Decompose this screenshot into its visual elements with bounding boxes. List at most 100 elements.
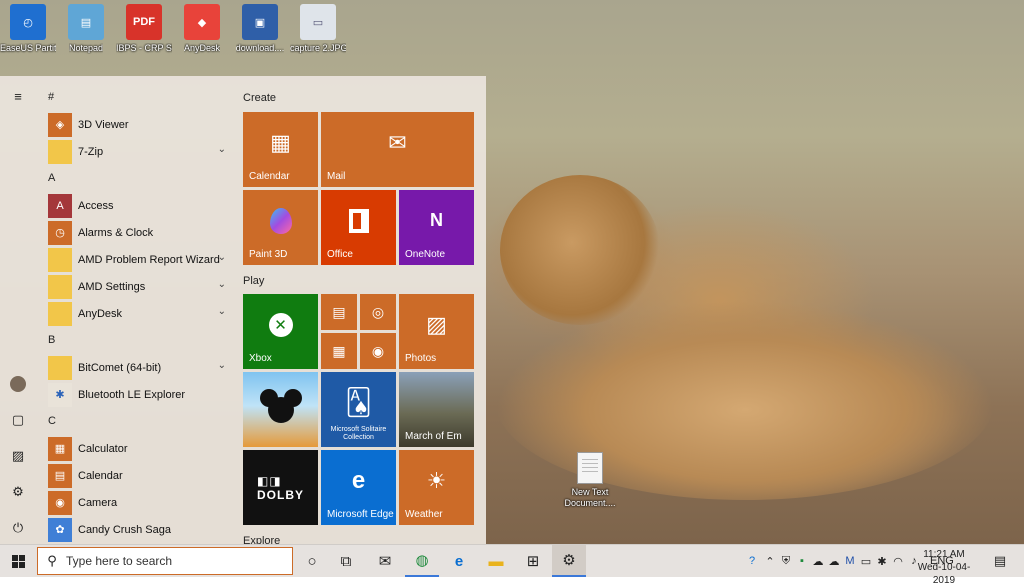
mickey-icon <box>243 372 318 447</box>
app-bitcomet[interactable]: BitComet (64-bit) ⌄ <box>44 354 234 381</box>
desktop-icon-anydesk[interactable]: ◆ AnyDesk <box>174 0 230 70</box>
app-bluetooth-le-explorer[interactable]: ✱ Bluetooth LE Explorer <box>44 381 234 408</box>
onedrive-icon[interactable]: ☁ <box>826 555 842 568</box>
tile-onenote[interactable]: N OneNote <box>399 190 474 265</box>
shield-icon[interactable]: ⛨ <box>778 555 794 568</box>
search-box[interactable]: ⚲ Type here to search <box>37 547 293 575</box>
search-input[interactable]: Type here to search <box>66 554 172 568</box>
taskbar: ⚲ Type here to search ○ ⧉ ✉ ◍ e ▬ ⊞ ⚙ ? … <box>0 544 1024 586</box>
battery-icon[interactable]: ▭ <box>858 555 874 568</box>
bluetooth-icon[interactable]: ✱ <box>874 555 890 568</box>
tile-calendar[interactable]: ▦ Calendar <box>243 112 318 187</box>
mail-taskbar-icon[interactable]: ✉ <box>368 545 402 577</box>
image-file-icon: ▭ <box>300 4 336 40</box>
folder-icon <box>48 247 72 272</box>
tile-photos[interactable]: ▨ Photos <box>399 294 474 369</box>
app-amd-problem-report[interactable]: AMD Problem Report Wizard ⌄ <box>44 246 234 273</box>
settings-taskbar-icon[interactable]: ⚙ <box>552 545 586 577</box>
desktop-icon-download[interactable]: ▣ download.... <box>232 0 288 70</box>
group-header-a[interactable]: A <box>44 165 234 192</box>
app-7zip[interactable]: 7-Zip ⌄ <box>44 138 234 165</box>
camera-icon: ◉ <box>48 490 72 515</box>
sun-icon: ☀ <box>426 467 447 493</box>
app-candy-crush[interactable]: ✿ Candy Crush Saga <box>44 516 234 543</box>
onenote-icon: N <box>430 210 443 230</box>
folder-icon <box>48 274 72 299</box>
tile-mail[interactable]: ✉ Mail <box>321 112 474 187</box>
user-avatar-icon[interactable] <box>8 374 28 394</box>
edge-taskbar-icon[interactable]: e <box>442 545 476 577</box>
file-explorer-icon[interactable]: ▬ <box>479 545 513 577</box>
music-disc-icon: ◎ <box>371 303 385 320</box>
hamburger-menu-icon[interactable]: ≡ <box>8 86 28 106</box>
antivirus-icon[interactable]: M <box>842 555 858 567</box>
windows-start-icon[interactable] <box>0 545 36 577</box>
start-menu: ≡ ▢ ▨ ⚙ ⏻ # ◈ 3D Viewer 7-Zip ⌄ A A Access … <box>0 76 486 547</box>
tile-solitaire[interactable]: 🂡 Microsoft Solitaire Collection <box>321 372 396 447</box>
tile-office[interactable]: Office <box>321 190 396 265</box>
app-camera[interactable]: ◉ Camera <box>44 489 234 516</box>
app-access[interactable]: A Access <box>44 192 234 219</box>
app-amd-settings[interactable]: AMD Settings ⌄ <box>44 273 234 300</box>
tile-xbox[interactable]: ✕ Xbox <box>243 294 318 369</box>
cortana-icon[interactable]: ○ <box>296 545 328 577</box>
power-icon[interactable]: ⏻ <box>8 518 28 538</box>
desktop-icon-easeus[interactable]: ◴ EaseUS Partition ... <box>0 0 56 70</box>
pictures-icon[interactable]: ▨ <box>8 446 28 466</box>
tile-calculator[interactable]: ▦ <box>321 333 357 369</box>
tile-groove[interactable]: ◎ <box>360 294 396 330</box>
tile-webcam[interactable]: ◉ <box>360 333 396 369</box>
folder-icon <box>48 139 72 164</box>
app-calculator[interactable]: ▦ Calculator <box>44 435 234 462</box>
chevron-up-icon[interactable]: ⌃ <box>762 555 778 568</box>
access-icon: A <box>48 193 72 218</box>
task-view-icon[interactable]: ⧉ <box>330 545 362 577</box>
cloud-icon[interactable]: ☁ <box>810 555 826 568</box>
xbox-icon: ✕ <box>243 294 318 355</box>
desktop-icon-pdf[interactable]: PDF IBPS - CRP SPL-VIII - R... <box>116 0 172 70</box>
calculator-icon: ▦ <box>48 436 72 461</box>
calendar-icon: ▤ <box>48 463 72 488</box>
desktop-icon-capture[interactable]: ▭ capture 2.JPG <box>290 0 346 70</box>
desktop-icon-notepad[interactable]: ▤ Notepad <box>58 0 114 70</box>
store-icon[interactable]: ⊞ <box>516 545 550 577</box>
chevron-down-icon: ⌄ <box>217 252 226 263</box>
lion-cub-upper <box>500 175 660 325</box>
tile-march-of-empires[interactable]: March of Em <box>399 372 474 447</box>
chevron-down-icon: ⌄ <box>217 360 226 371</box>
easeus-icon: ◴ <box>10 4 46 40</box>
calendar-icon: ▦ <box>270 129 291 155</box>
group-header-b[interactable]: B <box>44 327 234 354</box>
tile-paint3d[interactable]: Paint 3D <box>243 190 318 265</box>
tile-disney[interactable] <box>243 372 318 447</box>
group-header-hash[interactable]: # <box>44 84 234 111</box>
help-icon[interactable]: ? <box>742 555 762 567</box>
desktop-icon-new-text-document[interactable]: New Text Document.... <box>562 452 618 509</box>
browser-taskbar-icon[interactable]: ◍ <box>405 545 439 577</box>
wifi-icon[interactable]: ◠ <box>890 555 906 568</box>
mail-icon: ✉ <box>388 129 407 155</box>
clapperboard-icon: ▤ <box>332 303 346 320</box>
playing-cards-icon: 🂡 <box>345 387 372 417</box>
app-calendar[interactable]: ▤ Calendar <box>44 462 234 489</box>
group-header-c[interactable]: C <box>44 408 234 435</box>
clock-time: 11:21 AM <box>923 549 965 560</box>
tile-dolby[interactable]: ◧◨ DOLBY <box>243 450 318 525</box>
tile-weather[interactable]: ☀ Weather <box>399 450 474 525</box>
app-3d-viewer[interactable]: ◈ 3D Viewer <box>44 111 234 138</box>
security-icon[interactable]: ▪ <box>794 555 810 567</box>
app-anydesk[interactable]: AnyDesk ⌄ <box>44 300 234 327</box>
app-list: # ◈ 3D Viewer 7-Zip ⌄ A A Access ◷ Alarms & … <box>44 84 234 543</box>
app-alarms-clock[interactable]: ◷ Alarms & Clock <box>44 219 234 246</box>
chevron-down-icon: ⌄ <box>217 306 226 317</box>
paint3d-icon <box>243 190 318 251</box>
clock[interactable]: 11:21 AM Wed-10-04-2019 <box>912 548 976 587</box>
settings-icon[interactable]: ⚙ <box>8 482 28 502</box>
3d-viewer-icon: ◈ <box>48 112 72 137</box>
tile-edge[interactable]: e Microsoft Edge <box>321 450 396 525</box>
documents-icon[interactable]: ▢ <box>8 410 28 430</box>
photos-icon: ▨ <box>426 311 447 337</box>
notifications-icon[interactable]: ▤ <box>988 545 1012 577</box>
candy-crush-icon: ✿ <box>48 517 72 542</box>
tile-movies[interactable]: ▤ <box>321 294 357 330</box>
